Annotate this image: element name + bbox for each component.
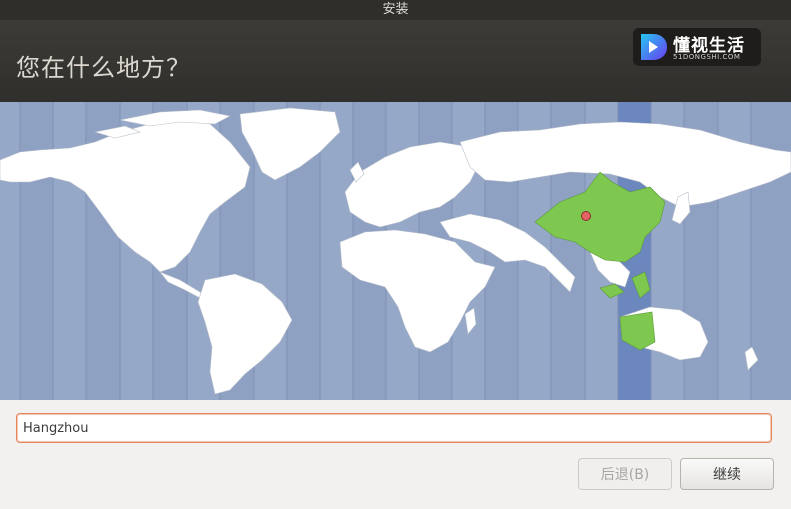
back-button[interactable]: 后退(B) (578, 458, 672, 490)
back-button-label: 后退(B) (600, 467, 650, 483)
window-title: 安装 (382, 2, 409, 17)
page-title: 您在什么地方？ (16, 54, 191, 82)
window-titlebar: 安装 (0, 0, 791, 20)
watermark-logo: 懂视生活 51DONGSHI.COM (633, 28, 761, 66)
continue-button-label: 继续 (713, 467, 741, 483)
location-input[interactable] (16, 413, 772, 443)
watermark-domain: 51DONGSHI.COM (673, 53, 741, 61)
continue-button[interactable]: 继续 (680, 458, 774, 490)
play-logo-icon (641, 34, 667, 60)
world-map[interactable] (0, 102, 791, 400)
page-header: 您在什么地方？ 懂视生活 51DONGSHI.COM (0, 20, 791, 102)
timezone-map[interactable] (0, 102, 791, 400)
location-pin-icon (581, 211, 591, 221)
